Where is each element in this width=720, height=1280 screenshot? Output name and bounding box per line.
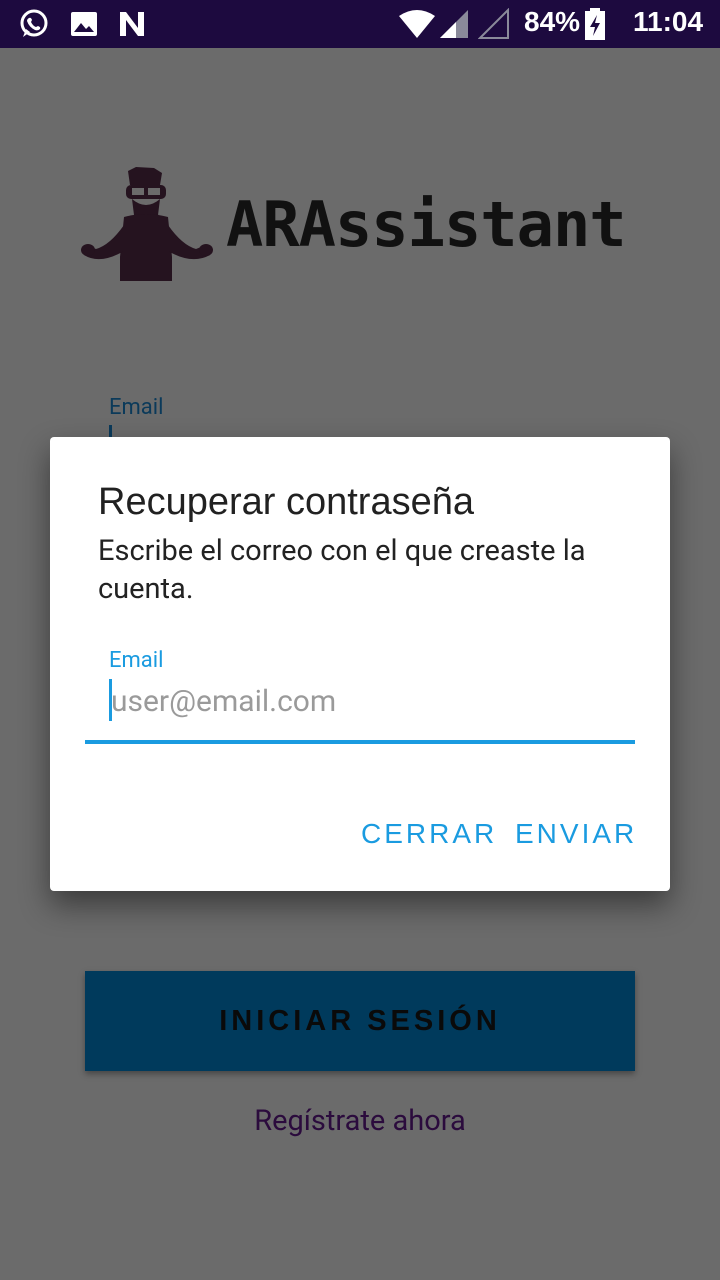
n-app-icon (120, 12, 144, 36)
clock: 11:04 (633, 6, 704, 37)
send-button[interactable]: ENVIAR (515, 818, 637, 850)
app-title: ARAssistant (226, 188, 627, 261)
status-bar: 84% 11:04 (0, 0, 720, 48)
register-link[interactable]: Regístrate ahora (0, 1104, 720, 1138)
dialog-email-input[interactable]: user@email.com (85, 674, 635, 744)
battery-percent: 84% (524, 6, 581, 37)
dialog-email-label: Email (109, 648, 164, 673)
background-email-label: Email (109, 395, 164, 420)
recover-password-dialog: Recuperar contraseña Escribe el correo c… (50, 437, 670, 891)
login-button[interactable]: INICIAR SESIÓN (85, 971, 635, 1071)
mascot-logo-icon (81, 167, 213, 281)
battery-charging-icon (585, 8, 605, 40)
login-button-label: INICIAR SESIÓN (219, 1004, 501, 1037)
signal-empty-icon (478, 8, 509, 39)
image-icon (71, 12, 97, 36)
dialog-email-placeholder: user@email.com (111, 684, 337, 719)
dialog-title: Recuperar contraseña (98, 481, 474, 523)
close-button[interactable]: CERRAR (361, 818, 497, 850)
dialog-message: Escribe el correo con el que creaste la … (98, 534, 586, 606)
wifi-icon (399, 10, 435, 38)
signal-icon (440, 10, 468, 38)
whatsapp-icon (20, 9, 48, 37)
